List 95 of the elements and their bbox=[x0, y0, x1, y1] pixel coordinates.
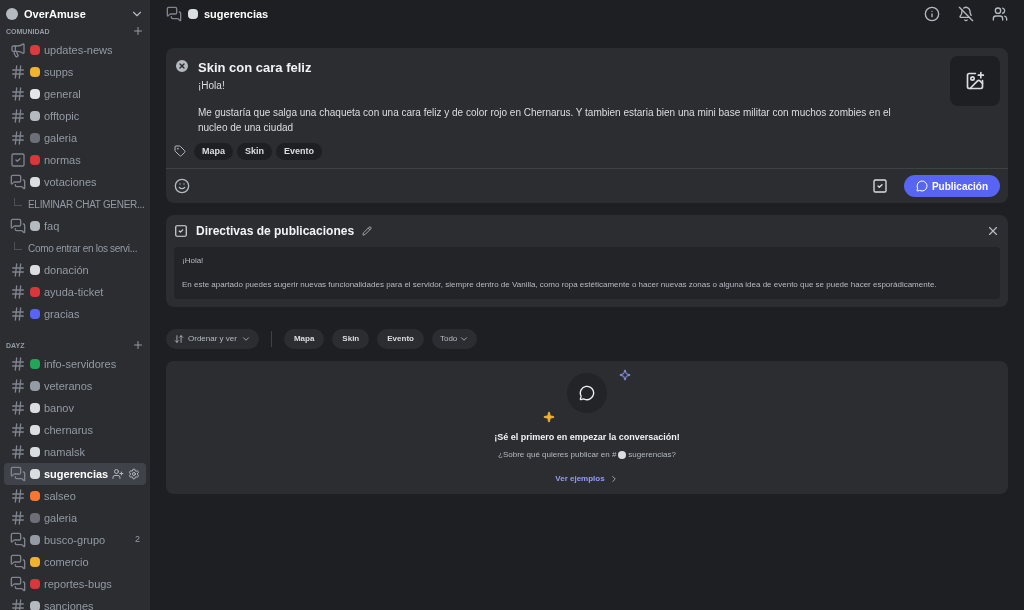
hash-icon bbox=[10, 130, 26, 146]
sparkle-icon bbox=[619, 369, 631, 381]
guidelines-text: ¡Hola! bbox=[182, 255, 205, 267]
hash-icon bbox=[10, 86, 26, 102]
guidelines-title: Directivas de publicaciones bbox=[196, 223, 355, 240]
chat-bubbles-icon bbox=[10, 576, 26, 592]
channel-item[interactable]: galeria bbox=[4, 127, 146, 149]
smiley-icon[interactable] bbox=[174, 178, 190, 194]
tag-filter[interactable]: Mapa bbox=[283, 329, 325, 349]
add-icon[interactable] bbox=[132, 25, 144, 37]
channel-item[interactable]: ayuda-ticket bbox=[4, 281, 146, 303]
channel-item[interactable]: galeria bbox=[4, 507, 146, 529]
guidelines-text: En este apartado puedes sugerir nuevas funcionalidades para el servidor, siempre dentro de Vanilla, como ropa estéticamente o hacer nuevas zonas o alguna idea de evento que se puede hacer esporádicamente. bbox=[182, 279, 938, 291]
channel-item[interactable]: votaciones bbox=[4, 171, 146, 193]
pencil-icon[interactable] bbox=[362, 226, 373, 236]
hash-icon bbox=[10, 262, 26, 278]
channel-item[interactable]: comercio bbox=[4, 551, 146, 573]
settings-icon[interactable] bbox=[128, 468, 140, 480]
checkbox-icon[interactable] bbox=[871, 178, 888, 194]
tag-filter[interactable]: Evento bbox=[377, 329, 424, 349]
channel-item[interactable]: veteranos bbox=[4, 375, 146, 397]
hash-icon bbox=[10, 356, 26, 372]
checkbox-icon bbox=[10, 152, 26, 168]
channel-item[interactable]: salseo bbox=[4, 485, 146, 507]
chevron-down-icon bbox=[240, 334, 251, 344]
chat-bubbles-icon bbox=[10, 466, 26, 482]
channel-item[interactable]: offtopic bbox=[4, 105, 146, 127]
close-icon[interactable] bbox=[174, 58, 190, 74]
channel-item[interactable]: sugerencias bbox=[4, 463, 146, 485]
channel-item[interactable]: chernarus bbox=[4, 419, 146, 441]
thread-item[interactable]: Como entrar en los servi... bbox=[2, 237, 148, 259]
chat-bubbles-icon bbox=[10, 554, 26, 570]
hash-icon bbox=[10, 108, 26, 124]
image-plus-icon bbox=[965, 71, 985, 91]
chat-bubble-icon bbox=[915, 180, 928, 192]
chat-bubbles-icon bbox=[10, 218, 26, 234]
channel-item[interactable]: gracias bbox=[4, 303, 146, 325]
tag-chip[interactable]: Mapa bbox=[194, 142, 233, 160]
close-icon[interactable] bbox=[986, 224, 1000, 238]
invite-icon[interactable] bbox=[112, 468, 125, 480]
examples-link[interactable]: Ver ejemplos bbox=[555, 472, 619, 485]
channel-item[interactable]: normas bbox=[4, 149, 146, 171]
hash-icon bbox=[10, 400, 26, 416]
members-icon[interactable] bbox=[992, 6, 1008, 22]
channel-item[interactable]: namalsk bbox=[4, 441, 146, 463]
megaphone-icon bbox=[10, 42, 26, 58]
post-body-field[interactable]: ¡Hola! Me gustaría que salga una chaqueta con una cara feliz y de color rojo en Chernarus. Y tambien estaria bien una mini base militar con muchos zombies en el nucleo de una ciudad bbox=[198, 77, 942, 135]
sort-icon bbox=[174, 334, 184, 344]
empty-state-title: ¡Sé el primero en empezar la conversación! bbox=[494, 431, 680, 444]
channel-item[interactable]: faq bbox=[4, 215, 146, 237]
server-header[interactable]: OverAmuse bbox=[0, 0, 150, 28]
channel-item[interactable]: donación bbox=[4, 259, 146, 281]
channel-item[interactable]: supps bbox=[4, 61, 146, 83]
unread-count: 2 bbox=[135, 533, 140, 547]
channel-item[interactable]: sanciones bbox=[4, 595, 146, 610]
post-title[interactable]: Skin con cara feliz bbox=[198, 58, 942, 78]
add-image-button[interactable] bbox=[950, 56, 1000, 106]
channel-item[interactable]: general bbox=[4, 83, 146, 105]
channel-item[interactable]: info-servidores bbox=[4, 353, 146, 375]
tag-chip[interactable]: Skin bbox=[237, 142, 273, 160]
tag-chip[interactable]: Evento bbox=[276, 142, 323, 160]
hash-icon bbox=[10, 422, 26, 438]
tag-filter[interactable]: Skin bbox=[332, 329, 370, 349]
hash-icon bbox=[10, 510, 26, 526]
chat-bubbles-icon bbox=[10, 532, 26, 548]
bell-off-icon[interactable] bbox=[958, 6, 974, 22]
sort-button[interactable]: Ordenar y ver bbox=[166, 329, 259, 349]
chat-bubbles-icon bbox=[10, 174, 26, 190]
sparkle-icon bbox=[543, 411, 555, 423]
server-name: OverAmuse bbox=[24, 6, 87, 22]
chevron-down-icon bbox=[459, 334, 470, 344]
hash-icon bbox=[10, 306, 26, 322]
info-icon[interactable] bbox=[924, 6, 940, 22]
all-filter[interactable]: Todo bbox=[431, 329, 478, 349]
checkbox-icon bbox=[174, 224, 188, 238]
server-icon bbox=[6, 8, 18, 20]
channel-item[interactable]: banov bbox=[4, 397, 146, 419]
empty-state-prompt: ¿Sobre qué quieres publicar en # bbox=[498, 448, 617, 461]
channel-item[interactable]: reportes-bugs bbox=[4, 573, 146, 595]
channel-item[interactable]: updates-news bbox=[4, 39, 146, 61]
add-icon[interactable] bbox=[132, 339, 144, 351]
hash-icon bbox=[10, 598, 26, 610]
chat-bubble-icon bbox=[579, 385, 595, 401]
hash-icon bbox=[10, 284, 26, 300]
channel-mention: sugerencias? bbox=[628, 448, 676, 461]
chat-bubbles-icon bbox=[166, 6, 182, 22]
hash-icon bbox=[10, 488, 26, 504]
publish-button[interactable]: Publicación bbox=[903, 175, 1000, 197]
channel-item[interactable]: busco-grupo 2 bbox=[4, 529, 146, 551]
hash-icon bbox=[10, 378, 26, 394]
thread-item[interactable]: ELIMINAR CHAT GENER... bbox=[2, 193, 148, 215]
tag-icon bbox=[174, 145, 186, 158]
channel-title: sugerencias bbox=[204, 6, 270, 22]
hash-icon bbox=[10, 64, 26, 80]
hash-icon bbox=[10, 444, 26, 460]
